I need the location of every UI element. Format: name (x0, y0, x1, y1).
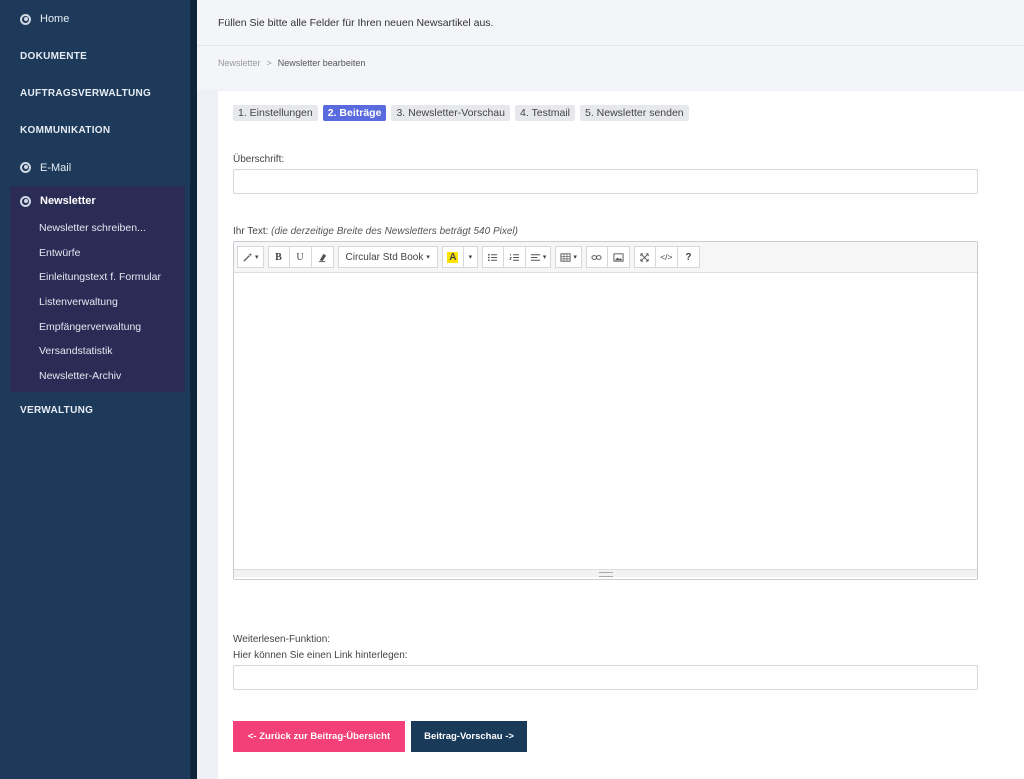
sidebar-item-label: VERWALTUNG (20, 405, 94, 417)
form-card: 1. Einstellungen 2. Beiträge 3. Newslett… (218, 91, 1024, 779)
editor-toolbar: ▾ B U Circular Std Book ▾ A ▾ ▾ ▾ </> ? (234, 242, 977, 273)
text-color-button[interactable]: A (441, 246, 464, 268)
insert-image-button[interactable] (607, 246, 630, 268)
format-group: B U (267, 246, 334, 268)
user-icon (20, 13, 31, 25)
view-group: </> ? (633, 246, 700, 268)
post-preview-button[interactable]: Beitrag-Vorschau -> (411, 721, 527, 752)
bold-button[interactable]: B (267, 246, 290, 268)
sidebar: Home DOKUMENTE AUFTRAGSVERWALTUNG KOMMUN… (0, 0, 190, 779)
color-group: A ▾ (441, 246, 478, 268)
unordered-list-button[interactable] (481, 246, 504, 268)
sidebar-submenu-newsletter: Newsletter Newsletter schreiben... Entwü… (10, 186, 185, 393)
fullscreen-icon (640, 252, 649, 262)
sidebar-item-newsletter[interactable]: Newsletter (10, 186, 185, 216)
sidebar-item-label: Newsletter (40, 195, 96, 207)
user-icon (20, 195, 31, 207)
sidebar-item-label: KOMMUNIKATION (20, 125, 111, 136)
align-left-icon (530, 253, 540, 261)
insert-group (585, 246, 630, 268)
sidebar-item-label: Home (40, 13, 70, 25)
sidebar-subitem-newsletter-archiv[interactable]: Newsletter-Archiv (10, 364, 185, 389)
sidebar-subitem-einleitungstext[interactable]: Einleitungstext f. Formular (10, 265, 185, 290)
fullscreen-button[interactable] (633, 246, 656, 268)
sidebar-item-label: E-Mail (40, 161, 72, 174)
magic-wand-icon (243, 252, 253, 262)
page-instruction: Füllen Sie bitte alle Felder für Ihren n… (197, 0, 1024, 46)
sidebar-item-label: AUFTRAGSVERWALTUNG (20, 88, 152, 99)
sidebar-item-kommunikation[interactable]: KOMMUNIKATION (0, 112, 190, 149)
sidebar-item-email[interactable]: E-Mail (0, 149, 190, 186)
step-einstellungen[interactable]: 1. Einstellungen (233, 105, 318, 121)
sidebar-subitem-entwuerfe[interactable]: Entwürfe (10, 241, 185, 266)
heading-label: Überschrift: (233, 154, 285, 165)
sidebar-item-home[interactable]: Home (0, 0, 190, 38)
caret-down-icon: ▾ (573, 254, 577, 261)
breadcrumb: Newsletter > Newsletter bearbeiten (197, 46, 1024, 90)
sidebar-subitem-newsletter-schreiben[interactable]: Newsletter schreiben... (10, 216, 185, 241)
numbered-list-icon (509, 253, 519, 261)
user-icon (20, 162, 31, 173)
wizard-steps: 1. Einstellungen 2. Beiträge 3. Newslett… (233, 105, 689, 121)
sidebar-item-label: DOKUMENTE (20, 51, 88, 62)
rich-text-editor: ▾ B U Circular Std Book ▾ A ▾ ▾ ▾ </> ? (233, 241, 978, 580)
table-dropdown-button[interactable]: ▾ (555, 246, 582, 268)
eraser-icon (318, 253, 326, 262)
caret-down-icon: ▾ (255, 254, 259, 261)
step-beitraege[interactable]: 2. Beiträge (322, 105, 387, 121)
code-view-button[interactable]: </> (655, 246, 678, 268)
readmore-label: Weiterlesen-Funktion: (233, 634, 331, 645)
heading-input[interactable] (233, 169, 978, 194)
sidebar-subitem-versandstatistik[interactable]: Versandstatistik (10, 339, 185, 364)
sidebar-subitem-listenverwaltung[interactable]: Listenverwaltung (10, 290, 185, 315)
bullet-list-icon (488, 253, 498, 261)
link-label: Hier können Sie einen Link hinterlegen: (233, 650, 408, 661)
editor-content-area[interactable] (234, 273, 977, 569)
sidebar-item-verwaltung[interactable]: VERWALTUNG (0, 392, 190, 429)
link-icon (591, 254, 602, 260)
text-label: Ihr Text: (233, 226, 269, 237)
editor-resize-handle[interactable] (234, 569, 977, 577)
sidebar-subitem-empfaengerverwaltung[interactable]: Empfängerverwaltung (10, 314, 185, 339)
main-content: Füllen Sie bitte alle Felder für Ihren n… (197, 0, 1024, 779)
font-family-value: Circular Std Book (345, 251, 424, 263)
text-color-letter: A (447, 251, 459, 263)
table-icon (560, 252, 571, 262)
sidebar-item-auftragsverwaltung[interactable]: AUFTRAGSVERWALTUNG (0, 75, 190, 112)
caret-down-icon: ▾ (468, 254, 473, 261)
step-testmail[interactable]: 4. Testmail (515, 105, 575, 121)
text-label-row: Ihr Text: (die derzeitige Breite des New… (233, 226, 518, 237)
clear-format-button[interactable] (311, 246, 334, 268)
font-family-dropdown[interactable]: Circular Std Book ▾ (337, 246, 438, 268)
image-icon (613, 252, 624, 262)
breadcrumb-current: Newsletter bearbeiten (277, 58, 366, 68)
back-to-overview-button[interactable]: <- Zurück zur Beitrag-Übersicht (233, 721, 405, 752)
breadcrumb-separator: > (266, 58, 272, 68)
readmore-link-input[interactable] (233, 665, 978, 690)
paragraph-group: ▾ (481, 246, 552, 268)
align-dropdown-button[interactable]: ▾ (525, 246, 552, 268)
insert-link-button[interactable] (585, 246, 608, 268)
caret-down-icon: ▾ (426, 254, 430, 261)
color-dropdown-button[interactable]: ▾ (463, 246, 478, 268)
style-dropdown-button[interactable]: ▾ (237, 246, 264, 268)
ordered-list-button[interactable] (503, 246, 526, 268)
step-newsletter-vorschau[interactable]: 3. Newsletter-Vorschau (391, 105, 510, 121)
step-newsletter-senden[interactable]: 5. Newsletter senden (580, 105, 689, 121)
caret-down-icon: ▾ (542, 254, 547, 261)
text-width-hint: (die derzeitige Breite des Newsletters b… (271, 226, 518, 237)
sidebar-divider (190, 0, 197, 779)
breadcrumb-link-newsletter[interactable]: Newsletter (218, 58, 261, 68)
help-button[interactable]: ? (677, 246, 700, 268)
sidebar-item-dokumente[interactable]: DOKUMENTE (0, 38, 190, 75)
underline-button[interactable]: U (289, 246, 312, 268)
